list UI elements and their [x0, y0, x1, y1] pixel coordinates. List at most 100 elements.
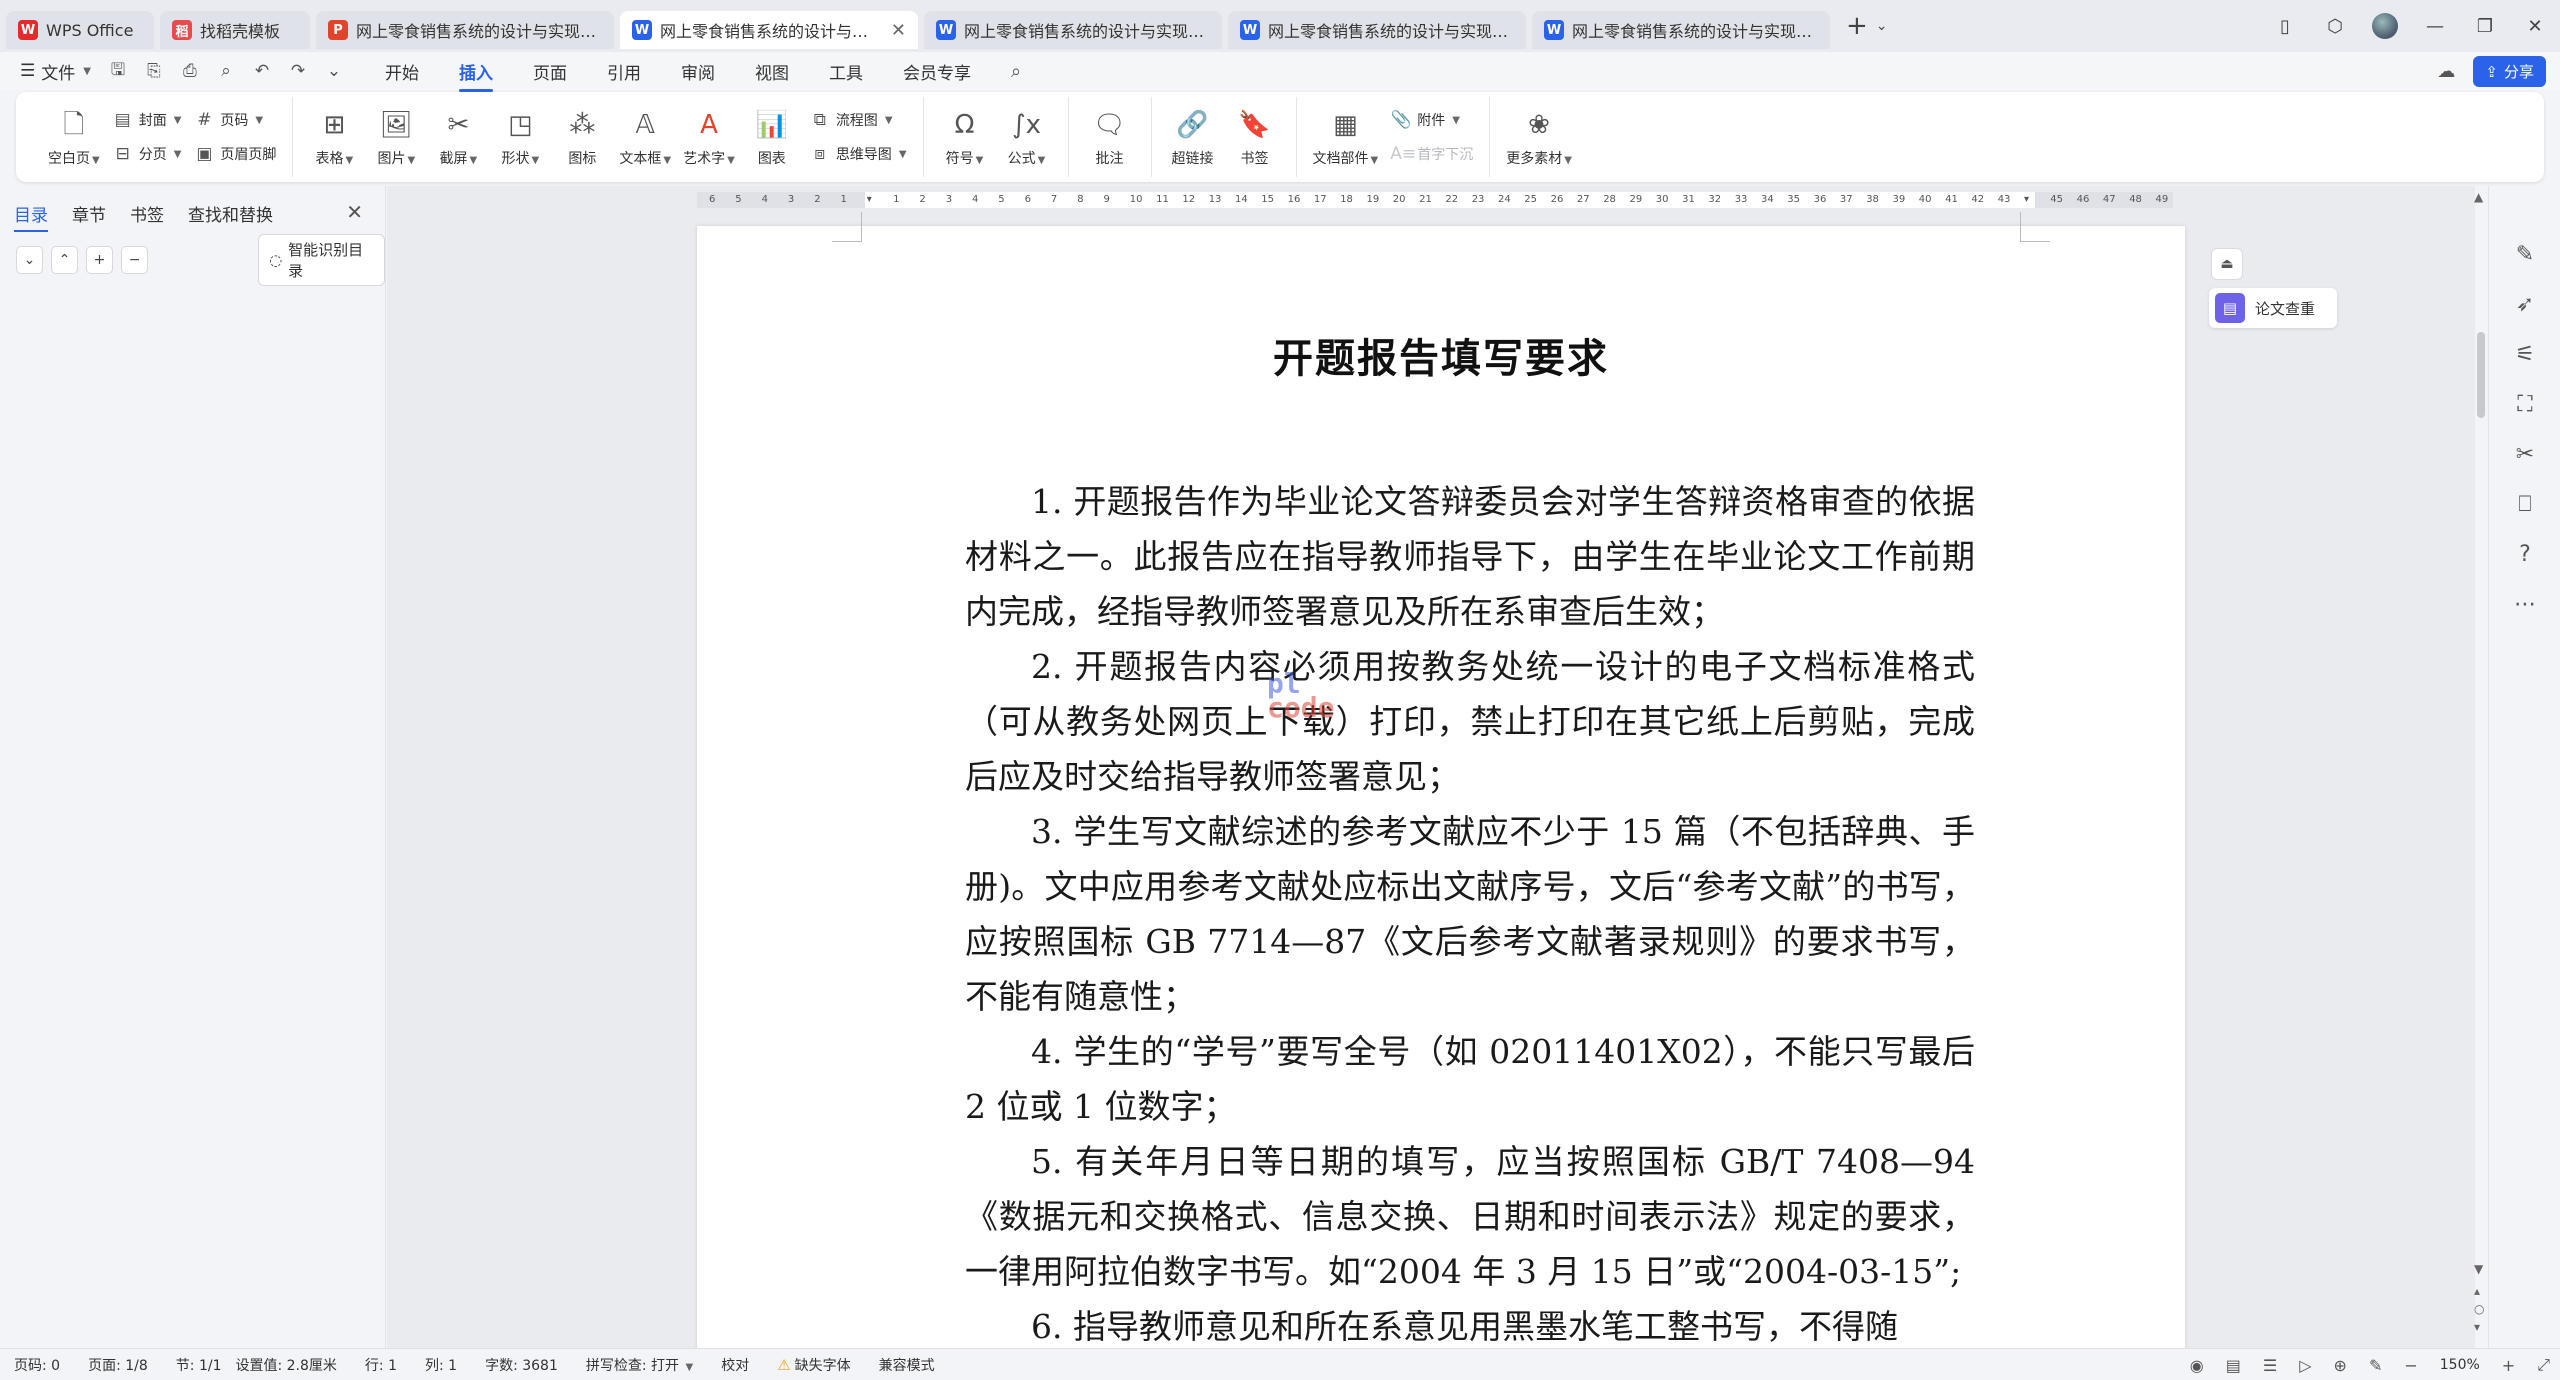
- status-col[interactable]: 列: 1: [425, 1355, 457, 1375]
- screenshot-button[interactable]: ✂ 截屏 ▼: [429, 99, 487, 175]
- undo-icon[interactable]: ↶: [251, 61, 273, 81]
- status-proofread[interactable]: 校对: [721, 1355, 749, 1375]
- status-word-count[interactable]: 字数: 3681: [485, 1355, 558, 1375]
- page-number-button[interactable]: # 页码 ▼: [193, 108, 276, 132]
- wordart-button[interactable]: A 艺术字 ▼: [679, 99, 739, 175]
- tab-home[interactable]: 开始: [385, 59, 419, 84]
- minimize-icon[interactable]: —: [2410, 16, 2460, 37]
- icons-button[interactable]: ⁂ 图标: [553, 99, 611, 175]
- formula-button[interactable]: ∫x 公式 ▼: [998, 99, 1056, 175]
- tab-tools[interactable]: 工具: [829, 59, 863, 84]
- print-preview-icon[interactable]: ⌕: [215, 61, 237, 81]
- minus-icon[interactable]: −: [121, 246, 149, 274]
- more-materials-button[interactable]: ❀ 更多素材 ▼: [1502, 99, 1576, 175]
- horizontal-ruler[interactable]: 6 5 4 3 2 1 ▾ 1 2 3 4 5 6 7 8 9 10 11 12 13 14 15 16 17 18 19 20 21…: [697, 192, 2173, 208]
- collapse-panel-icon[interactable]: ⏏: [2211, 248, 2243, 280]
- nav-tab-find-replace[interactable]: 查找和替换: [188, 201, 273, 226]
- zoom-in-icon[interactable]: +: [2502, 1356, 2515, 1375]
- close-icon[interactable]: ✕: [346, 200, 363, 224]
- chevron-up-icon[interactable]: ⌃: [51, 246, 79, 274]
- redo-icon[interactable]: ↷: [287, 61, 309, 81]
- tab-member[interactable]: 会员专享: [903, 59, 971, 84]
- outline-view-icon[interactable]: ☰: [2263, 1356, 2277, 1375]
- tab-document-active[interactable]: W 网上零食销售系统的设计与实现毕业 ✕: [620, 11, 918, 49]
- flowchart-button[interactable]: ⧉ 流程图 ▼: [809, 108, 907, 132]
- scroll-down-icon[interactable]: ▼: [2474, 1262, 2483, 1276]
- symbol-button[interactable]: Ω 符号 ▼: [936, 99, 994, 175]
- scroll-up-icon[interactable]: ▲: [2474, 190, 2483, 204]
- previous-page-icon[interactable]: ▴: [2474, 1284, 2480, 1298]
- nav-tab-bookmarks[interactable]: 书签: [130, 201, 164, 226]
- header-footer-button[interactable]: ▣ 页眉页脚: [193, 142, 276, 166]
- bookmark-button[interactable]: 🔖 书签: [1226, 99, 1284, 175]
- new-tab-plus-icon[interactable]: +: [1846, 11, 1868, 41]
- layout-icon[interactable]: ▯: [2260, 16, 2310, 37]
- status-page-number[interactable]: 页码: 0: [14, 1355, 60, 1375]
- picture-edit-icon[interactable]: ⛶: [2489, 392, 2560, 417]
- fit-page-icon[interactable]: ⤢: [2537, 1355, 2550, 1375]
- picture-button[interactable]: 🖼 图片 ▼: [367, 99, 425, 175]
- attachment-button[interactable]: 📎 附件 ▼: [1390, 108, 1473, 132]
- file-menu-button[interactable]: ☰ 文件 ▼: [20, 59, 91, 84]
- cover-button[interactable]: ▤ 封面 ▼: [112, 108, 182, 132]
- document-page[interactable]: 开题报告填写要求 1. 开题报告作为毕业论文答辩委员会对学生答辩资格审查的依据材…: [697, 212, 2185, 1348]
- next-page-icon[interactable]: ▾: [2474, 1320, 2480, 1334]
- vertical-scrollbar-thumb[interactable]: [2477, 332, 2485, 418]
- save-icon[interactable]: 🖫: [107, 57, 129, 86]
- pen-icon[interactable]: ✎: [2489, 242, 2560, 267]
- tab-insert[interactable]: 插入: [458, 59, 493, 92]
- tab-document[interactable]: W 网上零食销售系统的设计与实现毕业: [1532, 11, 1830, 49]
- shape-button[interactable]: ◳ 形状 ▼: [491, 99, 549, 175]
- tab-document[interactable]: W 网上零食销售系统的设计与实现毕业: [1228, 11, 1526, 49]
- write-mode-icon[interactable]: ✎: [2369, 1356, 2382, 1375]
- status-spell-check[interactable]: 拼写检查: 打开 ▼: [586, 1355, 693, 1375]
- status-missing-font[interactable]: ⚠ 缺失字体: [777, 1355, 850, 1375]
- select-browse-object-icon[interactable]: ○: [2474, 1302, 2484, 1316]
- status-section[interactable]: 节: 1/1: [176, 1355, 222, 1375]
- comment-button[interactable]: 🗨 批注: [1081, 99, 1139, 175]
- tools-icon[interactable]: ✂: [2489, 442, 2560, 467]
- web-view-icon[interactable]: ⊕: [2334, 1356, 2347, 1375]
- more-icon[interactable]: ⋯: [2489, 592, 2560, 617]
- status-pages[interactable]: 页面: 1/8: [88, 1355, 148, 1375]
- restore-icon[interactable]: ❐: [2460, 16, 2510, 37]
- status-row[interactable]: 行: 1: [365, 1355, 397, 1375]
- search-icon[interactable]: ⌕: [1011, 61, 1021, 82]
- nav-tab-chapters[interactable]: 章节: [72, 201, 106, 226]
- chevron-down-icon[interactable]: ⌄: [323, 61, 345, 81]
- cloud-sync-icon[interactable]: ☁: [2437, 61, 2455, 82]
- page-break-button[interactable]: ⊟ 分页 ▼: [112, 142, 182, 166]
- textbox-button[interactable]: 𝔸 文本框 ▼: [615, 99, 675, 175]
- table-button[interactable]: ⊞ 表格 ▼: [305, 99, 363, 175]
- adjust-icon[interactable]: ⚟: [2489, 342, 2560, 367]
- paper-check-button[interactable]: ▤ 论文查重: [2209, 288, 2337, 328]
- tab-document[interactable]: P 网上零食销售系统的设计与实现毕业: [316, 11, 614, 49]
- mindmap-button[interactable]: ⧈ 思维导图 ▼: [809, 142, 906, 166]
- tab-view[interactable]: 视图: [755, 59, 789, 84]
- chart-button[interactable]: 📊 图表: [743, 99, 801, 175]
- tab-docer-templates[interactable]: 稻 找稻壳模板: [160, 11, 310, 49]
- window-close-icon[interactable]: ✕: [2510, 16, 2560, 37]
- zoom-level[interactable]: 150%: [2440, 1357, 2480, 1373]
- status-setting[interactable]: 设置值: 2.8厘米: [235, 1355, 336, 1375]
- tab-page[interactable]: 页面: [533, 59, 567, 84]
- chevron-down-icon[interactable]: ⌄: [1876, 18, 1888, 34]
- zoom-out-icon[interactable]: −: [2404, 1356, 2417, 1375]
- doc-parts-button[interactable]: ▦ 文档部件 ▼: [1309, 99, 1383, 175]
- pointer-icon[interactable]: ➶: [2489, 292, 2560, 317]
- share-button[interactable]: ⇪ 分享: [2473, 56, 2546, 87]
- smart-toc-button[interactable]: ◌ 智能识别目录: [258, 234, 386, 286]
- cube-icon[interactable]: ⬡: [2310, 16, 2360, 37]
- close-icon[interactable]: ✕: [891, 20, 906, 41]
- eye-protection-icon[interactable]: ◉: [2190, 1356, 2204, 1375]
- plus-icon[interactable]: +: [86, 246, 114, 274]
- tab-wps-office[interactable]: W WPS Office: [6, 11, 154, 49]
- page-view-icon[interactable]: ▤: [2226, 1356, 2241, 1375]
- avatar[interactable]: [2360, 13, 2410, 39]
- nav-tab-toc[interactable]: 目录: [14, 201, 48, 232]
- print-icon[interactable]: ⎙: [179, 61, 201, 81]
- library-icon[interactable]: ⎕: [2489, 492, 2560, 517]
- document-canvas[interactable]: 6 5 4 3 2 1 ▾ 1 2 3 4 5 6 7 8 9 10 11 12 13 14 15 16 17 18 19 20 21…: [387, 186, 2475, 1348]
- tab-document[interactable]: W 网上零食销售系统的设计与实现毕业: [924, 11, 1222, 49]
- export-icon[interactable]: ⎘: [143, 61, 165, 81]
